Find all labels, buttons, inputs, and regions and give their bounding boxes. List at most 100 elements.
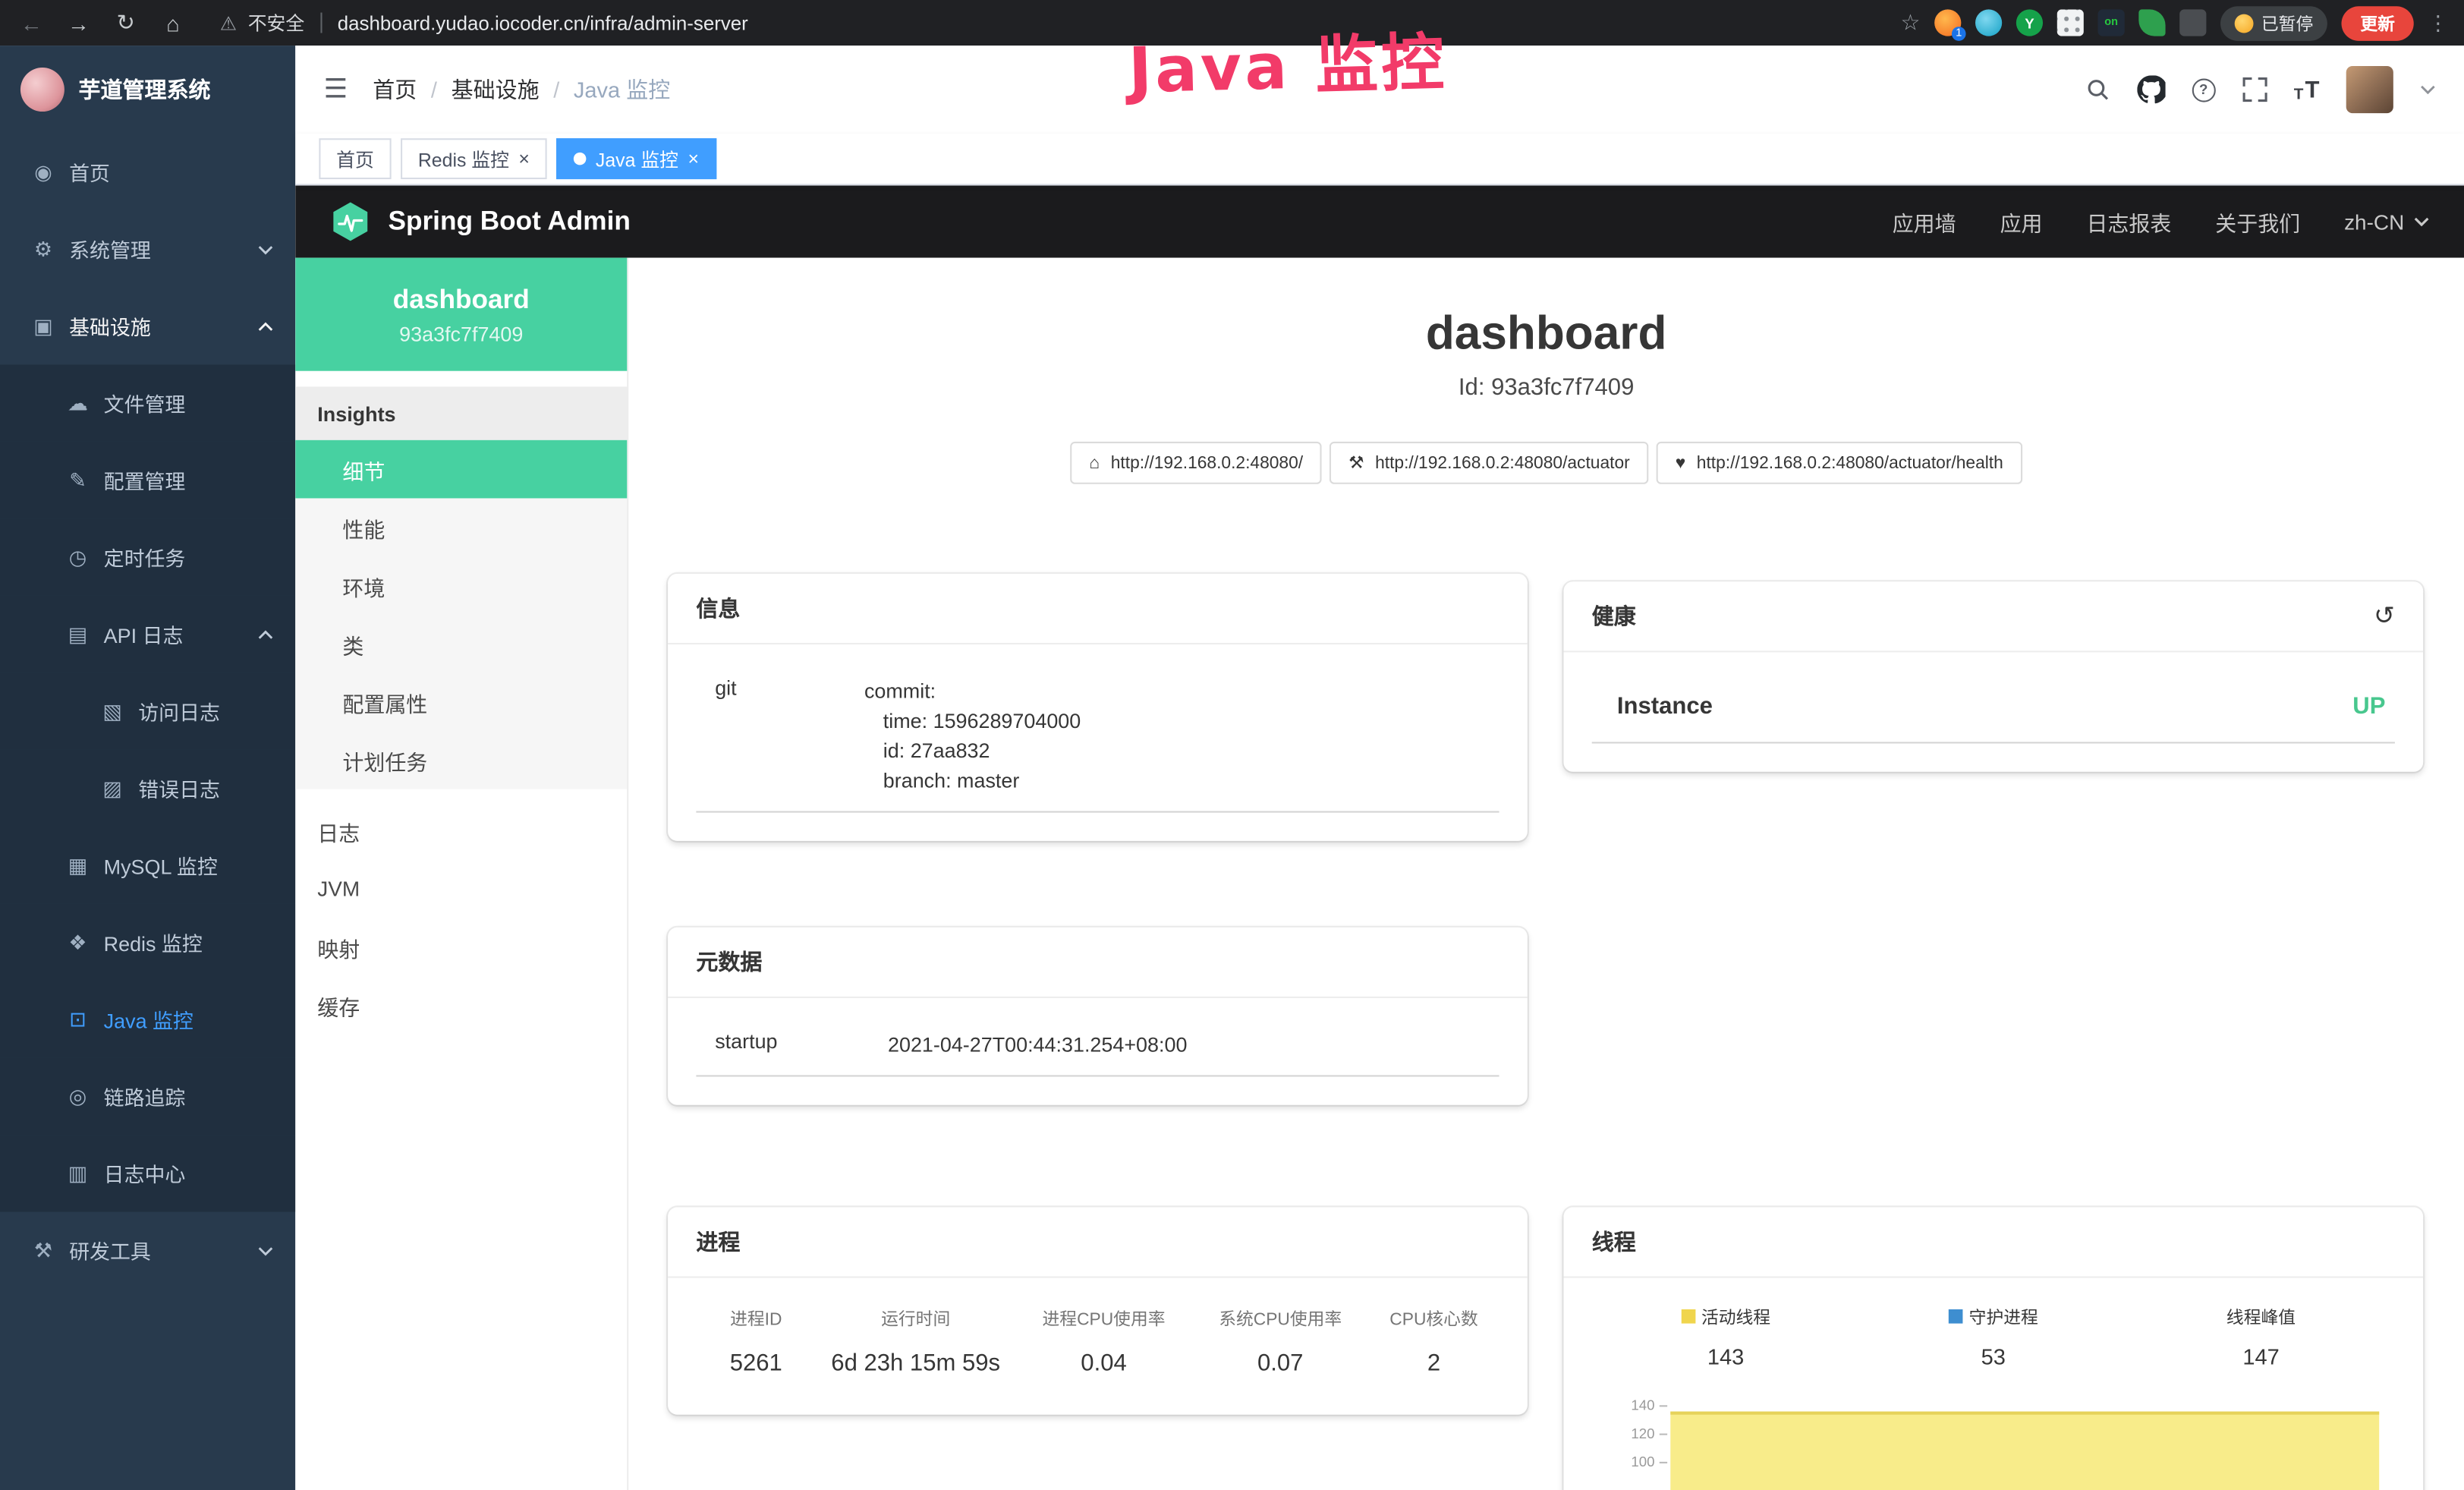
info-card-title: 信息 xyxy=(696,593,740,624)
sba-nav-about[interactable]: 关于我们 xyxy=(2215,206,2300,237)
sidebar-item-scheduled-jobs[interactable]: ◷ 定时任务 xyxy=(0,518,295,595)
sidebar-item-home[interactable]: ◉ 首页 xyxy=(0,134,295,210)
error-log-icon: ▨ xyxy=(101,776,124,801)
app-logo xyxy=(20,68,65,112)
tab-home[interactable]: 首页 xyxy=(319,138,391,179)
extension-icon-1[interactable]: 1 xyxy=(1934,9,1961,36)
breadcrumb-infrastructure[interactable]: 基础设施 xyxy=(452,74,540,105)
avatar-caret-icon[interactable] xyxy=(2420,85,2436,94)
bookmark-star-icon[interactable]: ☆ xyxy=(1901,9,1921,36)
chevron-down-icon xyxy=(258,1246,274,1255)
threads-chart: 140 120 100 xyxy=(1592,1391,2395,1490)
app-logo-row[interactable]: 芋道管理系统 xyxy=(0,46,295,134)
sba-app-header[interactable]: dashboard 93a3fc7f7409 xyxy=(295,258,627,371)
forward-icon[interactable]: → xyxy=(63,10,94,35)
close-icon[interactable]: × xyxy=(518,150,530,169)
sba-locale-select[interactable]: zh-CN xyxy=(2344,209,2429,233)
extension-icon-6[interactable] xyxy=(2138,9,2165,36)
sidebar-item-file-mgmt[interactable]: ☁ 文件管理 xyxy=(0,364,295,441)
sba-item-config-props[interactable]: 配置属性 xyxy=(295,673,627,731)
breadcrumb-current: Java 监控 xyxy=(574,74,670,105)
sba-item-caches[interactable]: 缓存 xyxy=(295,976,627,1035)
sidebar-item-infrastructure[interactable]: ▣ 基础设施 xyxy=(0,288,295,364)
help-icon[interactable]: ? xyxy=(2192,78,2215,102)
sidebar-toggle-icon[interactable]: ☰ xyxy=(324,74,348,105)
legend-value: 147 xyxy=(2127,1344,2395,1369)
sidebar-item-label: 首页 xyxy=(69,157,110,187)
extension-icon-5[interactable]: on xyxy=(2098,9,2125,36)
column-header: 进程ID xyxy=(696,1306,816,1331)
instance-health-row[interactable]: Instance UP xyxy=(1592,668,2395,743)
font-size-icon[interactable]: TT xyxy=(2294,76,2320,102)
sidebar-item-label: 日志中心 xyxy=(104,1158,186,1188)
sba-nav-journal[interactable]: 日志报表 xyxy=(2086,206,2171,237)
sba-item-environment[interactable]: 环境 xyxy=(295,556,627,615)
java-monitor-icon: ⊡ xyxy=(66,1006,90,1032)
github-icon[interactable] xyxy=(2137,75,2165,103)
health-card: 健康 ↺ Instance UP xyxy=(1563,581,2423,772)
fullscreen-icon[interactable] xyxy=(2242,77,2267,102)
sba-item-metrics[interactable]: 性能 xyxy=(295,498,627,556)
sidebar-item-dev-tools[interactable]: ⚒ 研发工具 xyxy=(0,1212,295,1289)
search-icon[interactable] xyxy=(2085,77,2110,102)
home-icon: ⌂ xyxy=(1089,453,1100,472)
process-cpu: 0.04 xyxy=(1015,1350,1192,1377)
chart-plot-area xyxy=(1667,1391,2382,1490)
git-row: git commit: time: 1596289704000 id: 27aa… xyxy=(696,660,1499,813)
chevron-down-icon xyxy=(258,244,274,254)
back-icon[interactable]: ← xyxy=(16,10,47,35)
sidebar-item-redis-monitor[interactable]: ❖ Redis 监控 xyxy=(0,904,295,981)
close-icon[interactable]: × xyxy=(688,150,699,169)
tab-java-monitor[interactable]: Java 监控 × xyxy=(556,138,716,179)
update-button[interactable]: 更新 xyxy=(2341,5,2413,40)
breadcrumb-home[interactable]: 首页 xyxy=(373,74,417,105)
sidebar-item-label: MySQL 监控 xyxy=(104,850,218,880)
sidebar-item-access-logs[interactable]: ▧ 访问日志 xyxy=(0,673,295,749)
browser-menu-icon[interactable]: ⋮ xyxy=(2428,10,2448,35)
sidebar-item-config-mgmt[interactable]: ✎ 配置管理 xyxy=(0,442,295,518)
paused-badge[interactable]: 已暂停 xyxy=(2220,5,2327,40)
y-tick-label: 140 xyxy=(1631,1397,1654,1413)
sba-nav-applications[interactable]: 应用 xyxy=(2000,206,2043,237)
sba-item-scheduled-tasks[interactable]: 计划任务 xyxy=(295,731,627,789)
address-bar[interactable]: ⚠ 不安全 dashboard.yudao.iocoder.cn/infra/a… xyxy=(220,9,748,36)
chrome-toolbar: ☆ 1 Y on 已暂停 更新 ⋮ xyxy=(1901,5,2449,40)
sba-nav-wallboard[interactable]: 应用墙 xyxy=(1893,206,1956,237)
sidebar-item-log-center[interactable]: ▥ 日志中心 xyxy=(0,1135,295,1211)
threads-card-title: 线程 xyxy=(1592,1226,1636,1257)
sba-item-details[interactable]: 细节 xyxy=(295,440,627,499)
home-icon[interactable]: ⌂ xyxy=(157,10,188,35)
health-url-link[interactable]: ♥ http://192.168.0.2:48080/actuator/heal… xyxy=(1657,442,2022,484)
sidebar-item-tracing[interactable]: ◎ 链路追踪 xyxy=(0,1058,295,1135)
sba-item-mappings[interactable]: 映射 xyxy=(295,918,627,976)
tab-redis-monitor[interactable]: Redis 监控 × xyxy=(401,138,547,179)
extension-icon-3[interactable]: Y xyxy=(2016,9,2043,36)
service-url-link[interactable]: ⌂ http://192.168.0.2:48080/ xyxy=(1071,442,1322,484)
metadata-card: 元数据 startup 2021-04-27T00:44:31.254+08:0… xyxy=(668,928,1528,1105)
avatar[interactable] xyxy=(2346,66,2393,113)
log-center-icon: ▥ xyxy=(66,1161,90,1186)
sidebar-item-api-logs[interactable]: ▤ API 日志 xyxy=(0,596,295,673)
wrench-icon: ⚒ xyxy=(1348,452,1364,473)
extension-badge: 1 xyxy=(1952,27,1966,41)
sba-item-jvm[interactable]: JVM xyxy=(295,860,627,918)
sidebar-item-java-monitor[interactable]: ⊡ Java 监控 xyxy=(0,981,295,1057)
live-threads-area xyxy=(1670,1412,2379,1490)
paused-label: 已暂停 xyxy=(2261,10,2313,35)
sidebar-item-system-mgmt[interactable]: ⚙ 系统管理 xyxy=(0,210,295,287)
sba-brand[interactable]: Spring Boot Admin xyxy=(330,201,631,242)
sidebar-item-mysql-monitor[interactable]: ▦ MySQL 监控 xyxy=(0,827,295,903)
extension-icon-7[interactable] xyxy=(2179,9,2206,36)
history-icon[interactable]: ↺ xyxy=(2374,600,2395,632)
extension-icon-2[interactable] xyxy=(1975,9,2002,36)
sba-item-logs[interactable]: 日志 xyxy=(295,802,627,860)
sidebar-item-error-logs[interactable]: ▨ 错误日志 xyxy=(0,750,295,827)
extension-icon-4[interactable] xyxy=(2057,9,2084,36)
actuator-url-link[interactable]: ⚒ http://192.168.0.2:48080/actuator xyxy=(1330,442,1648,484)
sidebar-item-label: 访问日志 xyxy=(138,696,220,726)
reload-icon[interactable]: ↻ xyxy=(110,9,141,36)
column-header: 系统CPU使用率 xyxy=(1192,1306,1369,1331)
git-commit-time: time: 1596289704000 xyxy=(864,706,1496,736)
sba-item-classes[interactable]: 类 xyxy=(295,615,627,673)
process-card-title: 进程 xyxy=(696,1226,740,1257)
